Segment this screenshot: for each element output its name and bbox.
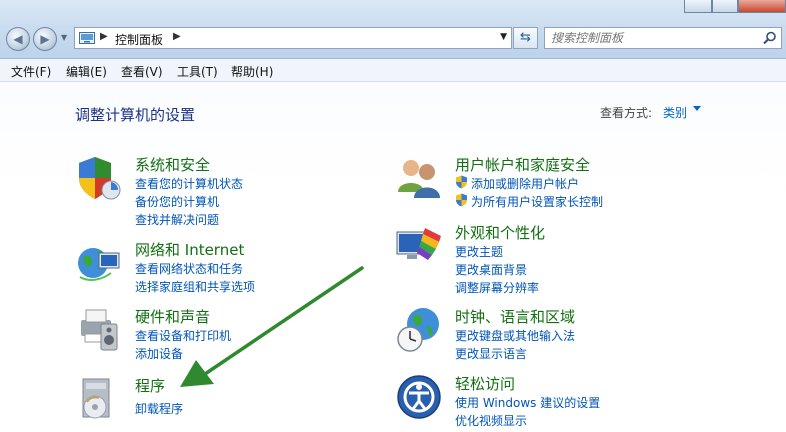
refresh-icon: ⇆ (520, 30, 531, 45)
link-devices-printers[interactable]: 查看设备和打印机 (135, 327, 231, 344)
window-controls (684, 0, 786, 14)
category-title[interactable]: 系统和安全 (135, 154, 210, 175)
refresh-button[interactable]: ⇆ (513, 27, 538, 49)
link-optimize-video[interactable]: 优化视频显示 (455, 412, 527, 429)
breadcrumb-separator-icon: ▶ (100, 31, 108, 42)
accessibility-icon[interactable] (395, 373, 443, 421)
link-adjust-resolution[interactable]: 调整屏幕分辨率 (455, 279, 539, 296)
program-disc-icon[interactable] (75, 375, 123, 423)
address-dropdown-icon[interactable]: ▼ (500, 32, 507, 42)
menu-edit[interactable]: 编辑(E) (66, 63, 107, 80)
control-panel-icon (79, 32, 95, 44)
link-change-display-language[interactable]: 更改显示语言 (455, 345, 527, 362)
category-title[interactable]: 用户帐户和家庭安全 (455, 154, 590, 175)
menu-help[interactable]: 帮助(H) (231, 63, 273, 80)
globe-network-icon[interactable] (75, 239, 123, 287)
maximize-button[interactable] (712, 0, 738, 13)
search-input[interactable] (551, 30, 751, 46)
users-icon[interactable] (395, 154, 443, 202)
view-by-label: 查看方式: (600, 106, 653, 120)
shield-icon[interactable] (75, 154, 123, 202)
breadcrumb-chevron-icon[interactable]: ▶ (173, 31, 181, 42)
uac-shield-icon (456, 193, 467, 207)
back-arrow-icon: ◀ (13, 32, 23, 46)
search-icon[interactable] (762, 30, 778, 46)
category-title[interactable]: 硬件和声音 (135, 306, 210, 327)
search-box[interactable] (544, 27, 782, 49)
link-network-status[interactable]: 查看网络状态和任务 (135, 260, 243, 277)
link-troubleshoot[interactable]: 查找并解决问题 (135, 211, 219, 228)
uac-shield-icon (456, 175, 467, 189)
menu-tools[interactable]: 工具(T) (177, 63, 218, 80)
forward-button[interactable]: ▶ (33, 27, 57, 51)
control-panel-content: 调整计算机的设置 查看方式: 类别 系统和安全 查看您的计算机状态 备份您的计算… (0, 82, 786, 432)
menu-view[interactable]: 查看(V) (121, 63, 163, 80)
forward-arrow-icon: ▶ (40, 32, 50, 46)
link-view-computer-status[interactable]: 查看您的计算机状态 (135, 175, 243, 192)
link-add-remove-users[interactable]: 添加或删除用户帐户 (471, 175, 579, 192)
category-title[interactable]: 时钟、语言和区域 (455, 306, 575, 327)
category-title[interactable]: 网络和 Internet (135, 239, 244, 260)
menu-file[interactable]: 文件(F) (11, 63, 51, 80)
back-button[interactable]: ◀ (6, 27, 30, 51)
link-use-recommended-settings[interactable]: 使用 Windows 建议的设置 (455, 394, 600, 411)
category-title[interactable]: 轻松访问 (455, 373, 515, 394)
recent-pages-dropdown[interactable]: ▼ (61, 33, 71, 45)
paint-monitor-icon[interactable] (395, 222, 443, 270)
category-title[interactable]: 程序 (135, 375, 165, 396)
link-change-keyboard[interactable]: 更改键盘或其他输入法 (455, 327, 575, 344)
link-backup-computer[interactable]: 备份您的计算机 (135, 193, 219, 210)
minimize-button[interactable] (684, 0, 712, 13)
category-title[interactable]: 外观和个性化 (455, 222, 545, 243)
link-uninstall-program[interactable]: 卸载程序 (135, 400, 183, 417)
link-add-device[interactable]: 添加设备 (135, 345, 183, 362)
chevron-down-icon[interactable] (693, 106, 701, 111)
link-parental-controls[interactable]: 为所有用户设置家长控制 (471, 193, 603, 210)
view-by-dropdown[interactable]: 类别 (663, 104, 687, 121)
link-homegroup-sharing[interactable]: 选择家庭组和共享选项 (135, 278, 255, 295)
link-change-theme[interactable]: 更改主题 (455, 243, 503, 260)
address-bar[interactable]: ▶ 控制面板 ▶ ▼ (74, 27, 512, 49)
printer-speaker-icon[interactable] (75, 306, 123, 354)
title-bar: ◀ ▶ ▼ ▶ 控制面板 ▶ ▼ ⇆ (0, 0, 786, 59)
page-title: 调整计算机的设置 (75, 106, 196, 124)
menu-bar: 文件(F) 编辑(E) 查看(V) 工具(T) 帮助(H) (0, 59, 786, 82)
link-change-desktop-background[interactable]: 更改桌面背景 (455, 261, 527, 278)
close-button[interactable] (738, 0, 786, 13)
breadcrumb-control-panel[interactable]: 控制面板 (115, 31, 163, 48)
clock-globe-icon[interactable] (395, 306, 443, 354)
